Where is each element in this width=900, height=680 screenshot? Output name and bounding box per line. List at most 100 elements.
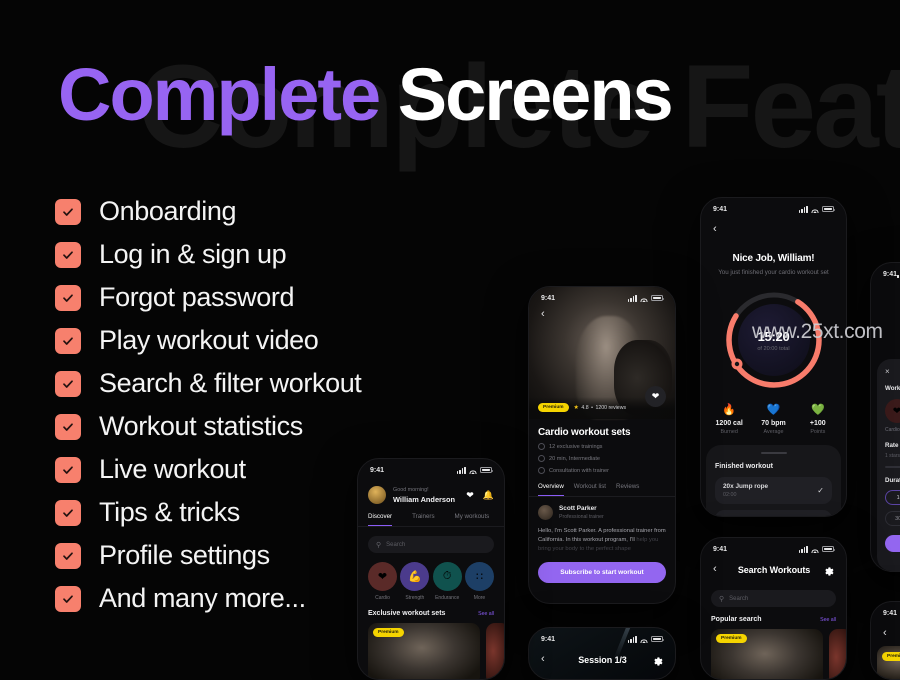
back-icon[interactable]: ‹ bbox=[541, 654, 553, 665]
status-time: 9:41 bbox=[370, 466, 385, 474]
status-bar: 9:41 bbox=[871, 263, 900, 285]
category-more[interactable]: ∷ More bbox=[464, 562, 494, 601]
sheet-grabber[interactable] bbox=[760, 452, 787, 455]
duration-chip-selected[interactable]: 1-10 bbox=[885, 490, 900, 506]
back-icon[interactable]: ‹ bbox=[713, 224, 725, 235]
category-cardio[interactable]: ❤ Cardio bbox=[368, 562, 397, 601]
search-icon: ⚲ bbox=[719, 595, 725, 603]
gear-icon[interactable] bbox=[823, 564, 834, 576]
battery-icon bbox=[651, 636, 665, 642]
filter-rate-header: Rate Ra bbox=[885, 442, 900, 449]
rate-slider[interactable] bbox=[885, 466, 900, 469]
favorites-icon[interactable]: ❤ bbox=[466, 490, 474, 501]
stat-points: 💚 +100 Points bbox=[796, 404, 840, 436]
wifi-icon bbox=[640, 636, 648, 643]
badge-row: Premium ★ 4.8 • 1200 reviews bbox=[538, 403, 666, 412]
duration-chip[interactable]: 30-40 bbox=[885, 511, 900, 527]
status-time: 9:41 bbox=[883, 270, 898, 278]
status-bar: 9:41 bbox=[701, 538, 846, 560]
tab-reviews[interactable]: Reviews bbox=[616, 483, 639, 496]
status-indicators bbox=[798, 545, 836, 553]
thumbnail-row: Premium bbox=[701, 623, 846, 679]
points-icon: 💚 bbox=[810, 404, 825, 416]
dumbbell-icon bbox=[538, 443, 545, 450]
status-time: 9:41 bbox=[541, 635, 556, 643]
check-icon bbox=[55, 370, 81, 397]
see-all-link[interactable]: See all bbox=[478, 611, 494, 617]
phone-search-screen: 9:41 ‹ Search Workouts ⚲ Search Popular … bbox=[700, 537, 847, 680]
sheet-title: Finished workout bbox=[715, 463, 773, 471]
status-indicators bbox=[456, 466, 494, 474]
avatar[interactable] bbox=[368, 486, 386, 504]
phone-detail-screen: 9:41 ‹ ❤ Premium ★ 4.8 • 1200 reviews Ca… bbox=[528, 286, 676, 604]
signal-icon bbox=[798, 545, 808, 553]
phone-session-screen: 9:41 ‹ Session 1/3 bbox=[528, 627, 676, 680]
phone-result-screen: 9:41 ‹ Nice Job, William! You just finis… bbox=[700, 197, 847, 517]
check-icon bbox=[55, 542, 81, 569]
back-icon[interactable]: ‹ bbox=[713, 564, 725, 575]
battery-icon bbox=[822, 546, 836, 552]
status-bar: 9:41 bbox=[358, 459, 504, 481]
list-item-label: Profile settings bbox=[99, 540, 270, 570]
clock-icon bbox=[538, 455, 545, 462]
signal-icon bbox=[627, 635, 637, 643]
page-title: Complete Screens bbox=[58, 58, 674, 132]
home-tabs: Discover Trainers My workouts bbox=[358, 513, 504, 527]
trainer-bio: Hello, I'm Scott Parker. A professional … bbox=[529, 520, 675, 554]
phone-filter-screen: 9:41 × Workout ❤ Cardio Rate Ra 1 stars … bbox=[870, 262, 900, 572]
status-indicators bbox=[627, 635, 665, 643]
apply-filter-button[interactable] bbox=[885, 535, 900, 553]
workout-thumbnail[interactable] bbox=[486, 623, 504, 679]
status-bar: 9:41 bbox=[529, 628, 675, 650]
cardio-icon[interactable]: ❤ bbox=[885, 399, 900, 423]
workout-thumbnail[interactable]: Premium bbox=[711, 629, 823, 679]
list-item-label: Forgot password bbox=[99, 282, 295, 312]
check-icon bbox=[55, 327, 81, 354]
battery-icon bbox=[651, 295, 665, 301]
workout-thumbnail[interactable]: Premium bbox=[368, 623, 480, 679]
exercise-name: 20x Jump rope bbox=[723, 483, 769, 491]
tab-discover[interactable]: Discover bbox=[368, 513, 393, 526]
tab-my-workouts[interactable]: My workouts bbox=[455, 513, 490, 526]
tab-overview[interactable]: Overview bbox=[538, 483, 564, 496]
status-bar: 9:41 bbox=[701, 198, 846, 220]
user-header: Good morning! William Anderson ❤ 🔔 bbox=[358, 481, 504, 504]
meta-item: 12 exclusive trainings bbox=[529, 438, 675, 450]
see-all-link[interactable]: See all bbox=[820, 617, 836, 623]
gear-icon[interactable] bbox=[652, 654, 663, 666]
back-icon[interactable]: ‹ bbox=[883, 628, 895, 639]
result-subtitle: You just finished your cardio workout se… bbox=[718, 269, 829, 276]
category-endurance[interactable]: ⏱ Endurance bbox=[432, 562, 462, 601]
page-title-accent: Complete bbox=[58, 53, 381, 136]
workout-thumbnail[interactable] bbox=[829, 629, 846, 679]
meta-item: 20 min, Intermediate bbox=[529, 450, 675, 462]
workout-thumbnail[interactable]: Premium bbox=[877, 646, 900, 679]
list-item[interactable]: 20x Jump rope 02:00 ✓ bbox=[715, 477, 832, 505]
list-item-label: Onboarding bbox=[99, 196, 237, 226]
greeting-text: Good morning! bbox=[393, 486, 429, 493]
signal-icon bbox=[456, 466, 466, 474]
flame-icon: 🔥 bbox=[722, 404, 737, 416]
page-title: Search Workouts bbox=[737, 564, 811, 575]
stat-caption: Points bbox=[810, 429, 826, 435]
avatar bbox=[538, 505, 553, 520]
status-time: 9:41 bbox=[541, 294, 556, 302]
search-input[interactable]: ⚲ Search bbox=[368, 536, 494, 553]
back-icon[interactable]: ‹ bbox=[541, 309, 553, 320]
tab-trainers[interactable]: Trainers bbox=[412, 513, 434, 526]
search-input[interactable]: ⚲ Search bbox=[711, 590, 836, 607]
category-label: Cardio bbox=[375, 595, 390, 601]
trainer-row[interactable]: Scott Parker Professional trainer bbox=[529, 497, 675, 520]
notification-icon[interactable]: 🔔 bbox=[483, 490, 494, 501]
favorite-button[interactable]: ❤ bbox=[645, 386, 666, 407]
close-icon[interactable]: × bbox=[885, 367, 900, 376]
tab-workout-list[interactable]: Workout list bbox=[574, 483, 606, 496]
thumbnail-row: Premium bbox=[358, 617, 504, 679]
list-item: Onboarding bbox=[55, 190, 415, 233]
category-strength[interactable]: 💪 Strength bbox=[400, 562, 430, 601]
section-title: Popular search bbox=[711, 616, 762, 623]
list-item[interactable]: 20x Jumping jacks 02:00 ✓ bbox=[715, 510, 832, 516]
stat-caption: Average bbox=[763, 429, 784, 435]
trainer-name: Scott Parker bbox=[559, 505, 597, 512]
subscribe-button[interactable]: Subscribe to start workout bbox=[538, 561, 666, 583]
